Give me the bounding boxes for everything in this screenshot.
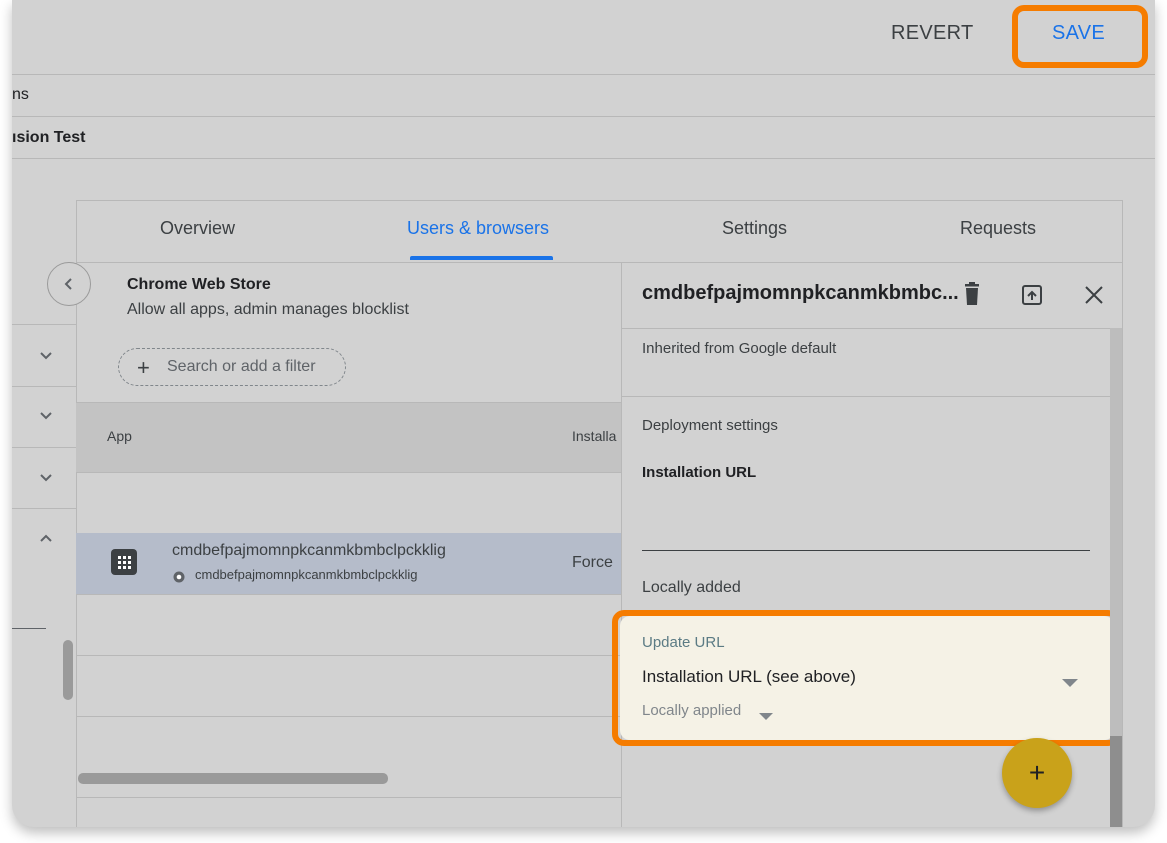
locally-added-label: Locally added <box>642 579 741 596</box>
caret-down-icon[interactable] <box>759 707 773 720</box>
table-header <box>76 402 622 472</box>
divider <box>76 472 622 473</box>
tab-settings[interactable]: Settings <box>722 218 787 239</box>
active-tab-indicator <box>410 256 553 260</box>
divider <box>12 386 76 387</box>
divider <box>76 797 622 798</box>
chevron-down-icon[interactable] <box>36 346 56 366</box>
chevron-up-icon[interactable] <box>36 528 56 548</box>
tab-requests[interactable]: Requests <box>960 218 1036 239</box>
divider <box>12 158 1155 159</box>
open-in-new-icon[interactable] <box>1021 284 1043 306</box>
divider <box>1122 200 1123 827</box>
divider <box>12 74 1155 75</box>
revert-button[interactable]: REVERT <box>891 22 974 45</box>
install-policy: Force <box>572 554 613 571</box>
close-icon[interactable] <box>1083 284 1105 306</box>
chevron-left-icon <box>64 278 72 290</box>
locally-applied-label[interactable]: Locally applied <box>642 702 741 719</box>
divider <box>12 508 76 509</box>
delete-icon[interactable] <box>962 282 982 306</box>
store-title: Chrome Web Store <box>127 276 271 293</box>
add-icon: + <box>137 355 150 380</box>
add-fab[interactable]: + <box>1002 738 1072 808</box>
divider <box>622 396 1110 397</box>
divider <box>76 200 1123 201</box>
installation-url-label: Installation URL <box>642 464 757 481</box>
chrome-icon <box>173 570 185 583</box>
column-header-app[interactable]: App <box>107 428 132 444</box>
breadcrumb-line-1: ns <box>12 86 29 103</box>
divider <box>622 328 1122 329</box>
divider <box>76 402 622 403</box>
detail-title: cmdbefpajmomnpkcanmkbmbc... <box>642 282 959 304</box>
divider <box>12 628 46 629</box>
filter-chip[interactable]: + Search or add a filter <box>118 348 346 386</box>
divider <box>12 324 76 325</box>
dropdown-arrow-icon[interactable] <box>1062 674 1078 687</box>
tab-users-browsers[interactable]: Users & browsers <box>407 218 549 239</box>
divider <box>76 262 1123 263</box>
tab-overview[interactable]: Overview <box>160 218 235 239</box>
divider <box>76 716 622 717</box>
app-name[interactable]: cmdbefpajmomnpkcanmkbmbclpckklig <box>172 542 446 560</box>
scrollbar-thumb[interactable] <box>63 640 73 700</box>
installation-url-input[interactable] <box>642 490 1090 551</box>
save-highlight <box>1012 5 1148 68</box>
plus-icon: + <box>1028 757 1046 788</box>
chevron-down-icon[interactable] <box>36 406 56 426</box>
search-input[interactable]: Search or add a filter <box>167 358 316 376</box>
inherited-label: Inherited from Google default <box>642 340 837 357</box>
update-url-label: Update URL <box>642 634 725 651</box>
deployment-settings-label: Deployment settings <box>642 417 778 434</box>
column-header-installation[interactable]: Installa <box>572 428 616 444</box>
horizontal-scrollbar-thumb[interactable] <box>78 773 388 784</box>
divider <box>12 447 76 448</box>
chevron-down-icon[interactable] <box>36 468 56 488</box>
app-id: cmdbefpajmomnpkcanmkbmbclpckklig <box>195 567 418 582</box>
divider <box>76 594 622 595</box>
divider <box>76 655 622 656</box>
update-url-select[interactable]: Installation URL (see above) <box>642 667 856 687</box>
app-grid-icon <box>111 549 137 575</box>
divider <box>12 116 1155 117</box>
page-title: ısion Test <box>12 129 86 146</box>
store-subtitle: Allow all apps, admin manages blocklist <box>127 301 409 318</box>
detail-scrollbar-thumb[interactable] <box>1110 736 1122 827</box>
app-window: REVERT SAVE ns ısion Test Overview Users… <box>12 0 1155 827</box>
collapse-button[interactable] <box>47 262 91 306</box>
